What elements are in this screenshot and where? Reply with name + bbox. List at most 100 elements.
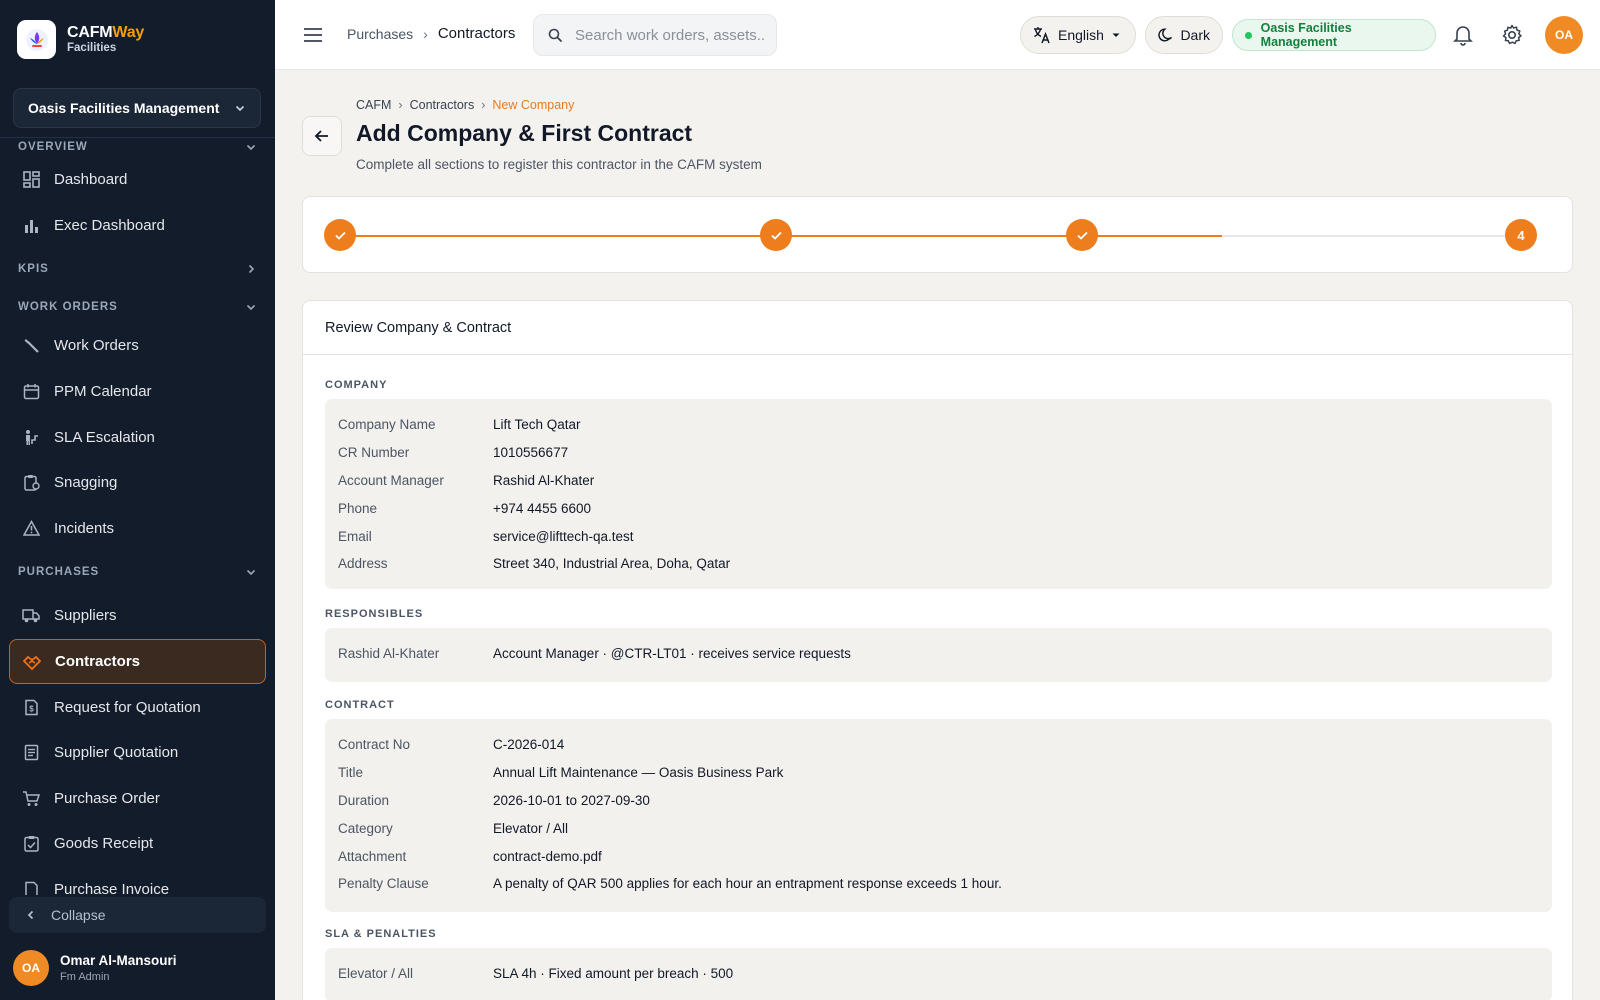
status-dot-icon bbox=[1245, 31, 1252, 39]
sidebar-item-label: Supplier Quotation bbox=[54, 744, 179, 762]
section-overview[interactable]: OVERVIEW bbox=[0, 137, 275, 157]
sidebar-item-label: Purchase Order bbox=[54, 789, 160, 807]
receipt-check-icon bbox=[22, 835, 40, 853]
kv-key: Category bbox=[338, 820, 393, 836]
kv-value: SLA 4h · Fixed amount per breach · 500 bbox=[493, 966, 734, 982]
step-line-pending bbox=[1222, 235, 1509, 237]
theme-toggle[interactable]: Dark bbox=[1145, 16, 1223, 54]
sidebar-item-label: PPM Calendar bbox=[54, 383, 152, 401]
kv-value: Lift Tech Qatar bbox=[493, 417, 581, 433]
gear-icon[interactable] bbox=[1501, 24, 1523, 51]
topbar: Purchases › Contractors English Dark Oas… bbox=[275, 0, 1600, 70]
sidebar-item-snagging[interactable]: Snagging bbox=[9, 460, 266, 506]
check-icon bbox=[770, 231, 782, 240]
kv-row: Company Name Lift Tech Qatar bbox=[338, 411, 1539, 439]
sidebar-item-purchase-order[interactable]: Purchase Order bbox=[9, 776, 266, 822]
brand-name: CAFMWay bbox=[67, 24, 145, 42]
chevron-down-icon bbox=[235, 105, 245, 112]
kv-value: C-2026-014 bbox=[493, 737, 565, 753]
chevron-down-icon bbox=[246, 144, 256, 151]
sidebar-item-work-orders[interactable]: Work Orders bbox=[9, 323, 266, 369]
chevron-right-icon: › bbox=[423, 25, 428, 42]
sidebar-item-supplier-quotation[interactable]: Supplier Quotation bbox=[9, 730, 266, 776]
sidebar-item-label: Work Orders bbox=[54, 337, 139, 355]
collapse-sidebar-button[interactable]: Collapse bbox=[9, 897, 266, 933]
language-select[interactable]: English bbox=[1020, 16, 1136, 54]
menu-icon[interactable] bbox=[303, 25, 323, 50]
sidebar-item-request-for-quotation[interactable]: $ Request for Quotation bbox=[9, 684, 266, 730]
kv-row: Phone +974 4455 6600 bbox=[338, 494, 1539, 522]
svg-text:$: $ bbox=[29, 704, 34, 713]
sidebar-item-label: Purchase Invoice bbox=[54, 881, 170, 895]
notification-bell-icon[interactable] bbox=[1453, 24, 1473, 51]
sidebar-item-goods-receipt[interactable]: Goods Receipt bbox=[9, 821, 266, 867]
sidebar-nav: OVERVIEW Dashboard Exec Dashboard KPIS W… bbox=[0, 137, 275, 895]
invoice-icon bbox=[22, 881, 40, 895]
sidebar-item-dashboard[interactable]: Dashboard bbox=[9, 157, 266, 203]
step-3-complete[interactable] bbox=[1066, 219, 1098, 251]
kv-key: Company Name bbox=[338, 417, 436, 433]
sidebar-item-exec-dashboard[interactable]: Exec Dashboard bbox=[9, 203, 266, 249]
section-work-orders[interactable]: WORK ORDERS bbox=[0, 290, 275, 323]
sidebar-item-label: Snagging bbox=[54, 474, 118, 492]
search-box[interactable] bbox=[533, 14, 777, 56]
section-kpis[interactable]: KPIS bbox=[0, 248, 275, 290]
kv-value: service@lifttech-qa.test bbox=[493, 528, 634, 544]
wrench-icon bbox=[22, 337, 40, 355]
sidebar-item-label: SLA Escalation bbox=[54, 428, 155, 446]
chevron-left-icon bbox=[27, 910, 34, 920]
kv-key: Rashid Al-Khater bbox=[338, 646, 440, 662]
kv-key: Elevator / All bbox=[338, 966, 414, 982]
kv-key: Address bbox=[338, 556, 388, 572]
kv-row: Duration 2026-10-01 to 2027-09-30 bbox=[338, 787, 1539, 815]
account-avatar[interactable]: OA bbox=[1545, 16, 1583, 54]
truck-icon bbox=[22, 607, 40, 625]
kv-key: Penalty Clause bbox=[338, 876, 429, 892]
sidebar-item-contractors[interactable]: Contractors bbox=[9, 638, 266, 685]
kv-key: Email bbox=[338, 528, 372, 544]
document-list-icon bbox=[22, 744, 40, 762]
back-button[interactable] bbox=[302, 116, 342, 156]
kv-key: CR Number bbox=[338, 445, 410, 461]
kv-value: contract-demo.pdf bbox=[493, 848, 602, 864]
user-profile[interactable]: OA Omar Al-Mansouri Fm Admin bbox=[13, 950, 177, 986]
sidebar-item-sla-escalation[interactable]: SLA Escalation bbox=[9, 414, 266, 460]
section-purchases[interactable]: PURCHASES bbox=[0, 551, 275, 593]
section-kpis-label: KPIS bbox=[18, 263, 49, 276]
sidebar-item-incidents[interactable]: Incidents bbox=[9, 506, 266, 552]
calendar-icon bbox=[22, 383, 40, 401]
user-name: Omar Al-Mansouri bbox=[60, 953, 177, 969]
kv-row: Rashid Al-Khater Account Manager · @CTR-L… bbox=[338, 640, 1539, 668]
step-1-complete[interactable] bbox=[324, 219, 356, 251]
breadcrumb-purchases[interactable]: Purchases bbox=[347, 26, 413, 42]
handshake-icon bbox=[23, 653, 41, 671]
sidebar-item-label: Suppliers bbox=[54, 607, 117, 625]
step-2-complete[interactable] bbox=[760, 219, 792, 251]
chevron-down-icon bbox=[246, 570, 256, 576]
sidebar-item-ppm-calendar[interactable]: PPM Calendar bbox=[9, 369, 266, 415]
sidebar-item-label: Contractors bbox=[55, 653, 141, 671]
breadcrumb-cafm[interactable]: CAFM bbox=[356, 98, 391, 112]
section-responsibles-title: RESPONSIBLES bbox=[325, 608, 424, 620]
kv-key: Attachment bbox=[338, 848, 407, 864]
kv-row: Attachment contract-demo.pdf bbox=[338, 842, 1539, 870]
organization-badge-label: Oasis Facilities Management bbox=[1260, 21, 1352, 49]
bar-chart-icon bbox=[22, 216, 40, 234]
brand[interactable]: CAFMWay Facilities bbox=[17, 20, 144, 59]
sidebar-item-purchase-invoice[interactable]: Purchase Invoice bbox=[9, 867, 266, 895]
section-work-orders-label: WORK ORDERS bbox=[18, 300, 118, 313]
organization-badge: Oasis Facilities Management bbox=[1232, 19, 1436, 51]
sidebar-item-suppliers[interactable]: Suppliers bbox=[9, 593, 266, 639]
organization-select[interactable]: Oasis Facilities Management bbox=[13, 88, 261, 128]
chevron-down-icon bbox=[246, 304, 256, 310]
dashboard-icon bbox=[22, 171, 40, 189]
review-heading: Review Company & Contract bbox=[303, 301, 1572, 355]
section-contract-title: CONTRACT bbox=[325, 699, 395, 711]
step-4-current[interactable]: 4 bbox=[1505, 219, 1537, 251]
search-input[interactable] bbox=[575, 26, 765, 44]
section-company: Company Name Lift Tech Qatar CR Number 101… bbox=[325, 399, 1552, 589]
kv-value: 1010556677 bbox=[493, 445, 569, 461]
kv-value: A penalty of QAR 500 applies for each ho… bbox=[493, 876, 1002, 892]
warning-icon bbox=[22, 519, 40, 537]
breadcrumb-contractors[interactable]: Contractors bbox=[410, 98, 475, 112]
